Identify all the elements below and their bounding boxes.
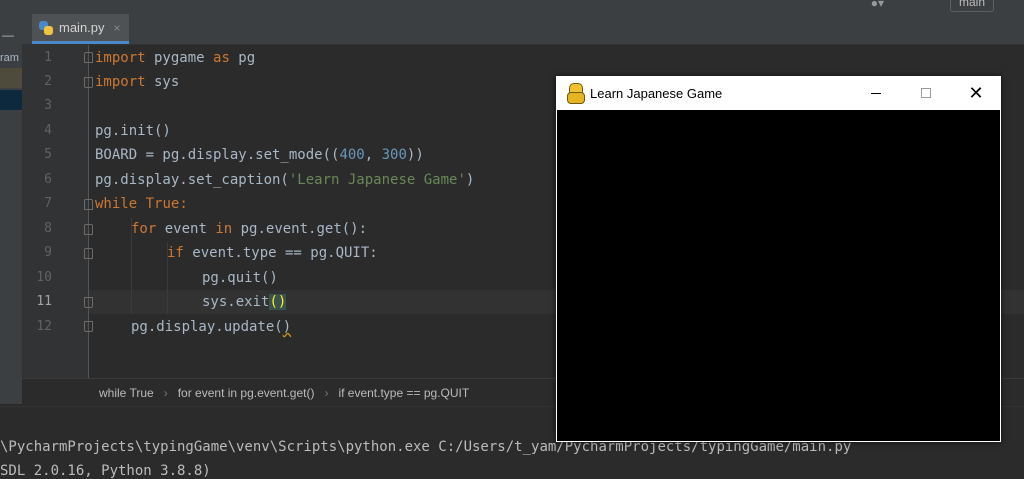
line-number-current: 11 bbox=[36, 294, 52, 309]
breadcrumb-separator-icon: › bbox=[324, 385, 329, 400]
editor-tab-bar: main.py × bbox=[22, 14, 1024, 45]
code-line-12[interactable]: pg.display.update() bbox=[131, 315, 291, 339]
tab-main-py[interactable]: main.py × bbox=[32, 14, 129, 44]
line-number: 10 bbox=[36, 270, 52, 285]
console-output-line: SDL 2.0.16, Python 3.8.8) bbox=[0, 463, 211, 479]
close-button[interactable]: ✕ bbox=[951, 76, 1001, 110]
project-tree-selected-row[interactable] bbox=[0, 90, 22, 110]
code-line-7[interactable]: while True: bbox=[95, 192, 188, 216]
line-number: 4 bbox=[44, 123, 52, 138]
code-line-6[interactable]: pg.display.set_caption('Learn Japanese G… bbox=[95, 168, 474, 192]
breadcrumb-separator-icon: › bbox=[163, 385, 168, 400]
fold-marker-icon[interactable] bbox=[84, 199, 93, 210]
line-number: 9 bbox=[44, 245, 52, 260]
fold-marker-icon[interactable] bbox=[84, 224, 93, 235]
maximize-icon bbox=[921, 88, 931, 98]
breadcrumb-item[interactable]: for event in pg.event.get() bbox=[178, 386, 315, 400]
breadcrumb-item[interactable]: if event.type == pg.QUIT bbox=[338, 386, 469, 400]
line-number: 3 bbox=[44, 98, 52, 113]
code-line-2[interactable]: import sys bbox=[95, 70, 179, 94]
breadcrumb-item[interactable]: while True bbox=[99, 386, 154, 400]
code-line-4[interactable]: pg.init() bbox=[95, 119, 171, 143]
python-file-icon bbox=[38, 20, 54, 36]
game-window-title: Learn Japanese Game bbox=[590, 85, 723, 101]
minimize-panel-icon[interactable]: — bbox=[2, 28, 14, 42]
game-canvas[interactable] bbox=[557, 110, 1000, 441]
pygame-snake-icon bbox=[566, 83, 585, 104]
game-window-titlebar[interactable]: Learn Japanese Game ✕ bbox=[556, 76, 1001, 110]
project-panel-strip: — ram bbox=[0, 14, 22, 404]
line-number: 1 bbox=[44, 50, 52, 65]
tab-label: main.py bbox=[59, 20, 105, 35]
line-number: 5 bbox=[44, 147, 52, 162]
fold-marker-icon[interactable] bbox=[84, 248, 93, 259]
line-number: 8 bbox=[44, 221, 52, 236]
code-line-8[interactable]: for event in pg.event.get(): bbox=[131, 217, 367, 241]
code-line-9[interactable]: if event.type == pg.QUIT: bbox=[167, 241, 378, 265]
user-icon[interactable]: ●▾ bbox=[871, 0, 884, 10]
line-number: 6 bbox=[44, 172, 52, 187]
code-line-11[interactable]: sys.exit() bbox=[202, 290, 287, 314]
minimize-button[interactable] bbox=[851, 76, 901, 110]
fold-marker-icon[interactable] bbox=[84, 321, 93, 332]
line-number: 2 bbox=[44, 74, 52, 89]
project-tree-label: ram bbox=[0, 52, 19, 64]
git-branch-selector[interactable]: main bbox=[949, 0, 994, 12]
tab-close-icon[interactable]: × bbox=[114, 21, 121, 35]
fold-marker-icon[interactable] bbox=[84, 77, 93, 88]
game-window[interactable]: Learn Japanese Game ✕ bbox=[556, 76, 1001, 442]
code-line-10[interactable]: pg.quit() bbox=[202, 266, 278, 290]
line-number: 12 bbox=[36, 319, 52, 334]
maximize-button[interactable] bbox=[901, 76, 951, 110]
code-line-1[interactable]: import pygame as pg bbox=[95, 46, 255, 70]
minimize-icon bbox=[871, 92, 881, 94]
fold-marker-icon[interactable] bbox=[84, 52, 93, 63]
project-tree-highlight[interactable] bbox=[0, 68, 22, 88]
fold-marker-icon[interactable] bbox=[84, 297, 93, 308]
code-line-5[interactable]: BOARD = pg.display.set_mode((400, 300)) bbox=[95, 143, 424, 167]
line-number: 7 bbox=[44, 196, 52, 211]
ide-top-toolbar: ●▾ main bbox=[0, 0, 1024, 14]
close-icon: ✕ bbox=[968, 82, 984, 104]
